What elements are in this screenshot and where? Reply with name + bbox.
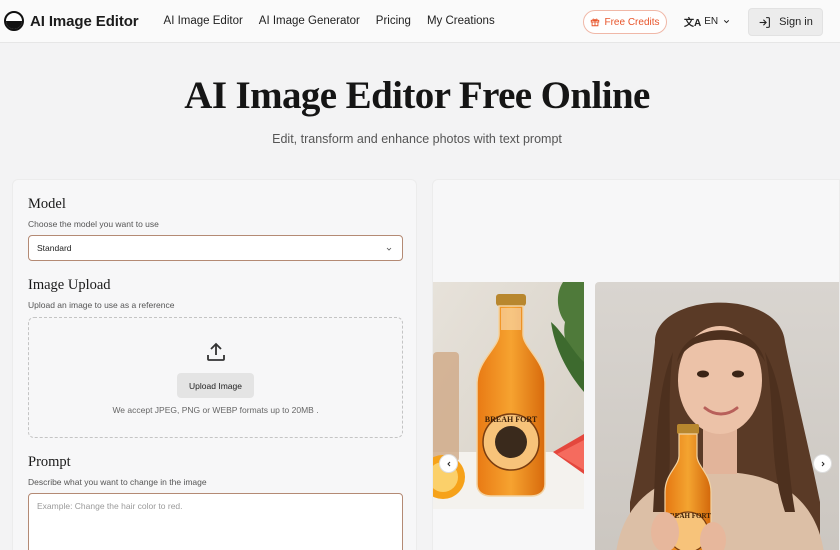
prompt-section-desc: Describe what you want to change in the …	[28, 477, 207, 487]
model-section-title: Model	[28, 196, 66, 212]
bottle-brand-text: BREAH FORT	[485, 415, 538, 424]
example-image-woman[interactable]: BREAH FORT	[595, 282, 839, 550]
model-select-value: Standard	[37, 243, 72, 253]
bottle-photo: BREAH FORT	[433, 282, 584, 509]
language-code: EN	[704, 16, 719, 27]
carousel-prev-button[interactable]	[439, 454, 458, 473]
upload-section-title: Image Upload	[28, 277, 111, 293]
prompt-section-title: Prompt	[28, 454, 71, 470]
page-subtitle: Edit, transform and enhance photos with …	[272, 132, 562, 146]
example-gallery: BREAH FORT BREAH FORT	[432, 179, 840, 550]
free-credits-label: Free Credits	[604, 16, 660, 28]
free-credits-button[interactable]: Free Credits	[583, 10, 667, 34]
model-section-desc: Choose the model you want to use	[28, 219, 159, 229]
translate-icon: 文A	[684, 18, 702, 29]
woman-photo: BREAH FORT	[595, 282, 839, 550]
main-nav: AI Image Editor AI Image Generator Prici…	[164, 15, 511, 27]
top-navbar: AI Image Editor AI Image Editor AI Image…	[0, 0, 840, 43]
upload-section-desc: Upload an image to use as a reference	[28, 300, 175, 310]
editor-form-panel: Model Choose the model you want to use S…	[12, 179, 417, 550]
upload-image-button[interactable]: Upload Image	[177, 373, 254, 398]
chevron-right-icon	[821, 461, 825, 466]
brand-name: AI Image Editor	[30, 12, 139, 30]
chevron-down-icon	[386, 247, 392, 251]
nav-link-my-creations[interactable]: My Creations	[427, 15, 495, 27]
sign-in-button[interactable]: Sign in	[748, 8, 823, 36]
model-select[interactable]: Standard	[28, 235, 403, 261]
carousel-next-button[interactable]	[813, 454, 832, 473]
login-icon	[759, 16, 771, 28]
nav-link-ai-image-editor[interactable]: AI Image Editor	[164, 15, 243, 27]
upload-icon	[207, 342, 225, 361]
example-image-bottle[interactable]: BREAH FORT	[433, 282, 584, 509]
brand-logo-icon	[4, 11, 24, 31]
brand[interactable]: AI Image Editor	[4, 11, 139, 31]
page-title: AI Image Editor Free Online	[184, 74, 650, 117]
image-dropzone[interactable]: Upload Image We accept JPEG, PNG or WEBP…	[28, 317, 403, 438]
nav-link-pricing[interactable]: Pricing	[376, 15, 411, 27]
gift-icon	[591, 18, 600, 27]
chevron-down-icon	[724, 20, 730, 24]
sign-in-label: Sign in	[779, 16, 813, 28]
nav-link-ai-image-generator[interactable]: AI Image Generator	[259, 15, 360, 27]
prompt-input[interactable]	[28, 493, 403, 550]
chevron-left-icon	[446, 461, 450, 466]
upload-formats-note: We accept JPEG, PNG or WEBP formats up t…	[112, 405, 319, 415]
language-selector[interactable]: 文A EN	[684, 14, 731, 29]
